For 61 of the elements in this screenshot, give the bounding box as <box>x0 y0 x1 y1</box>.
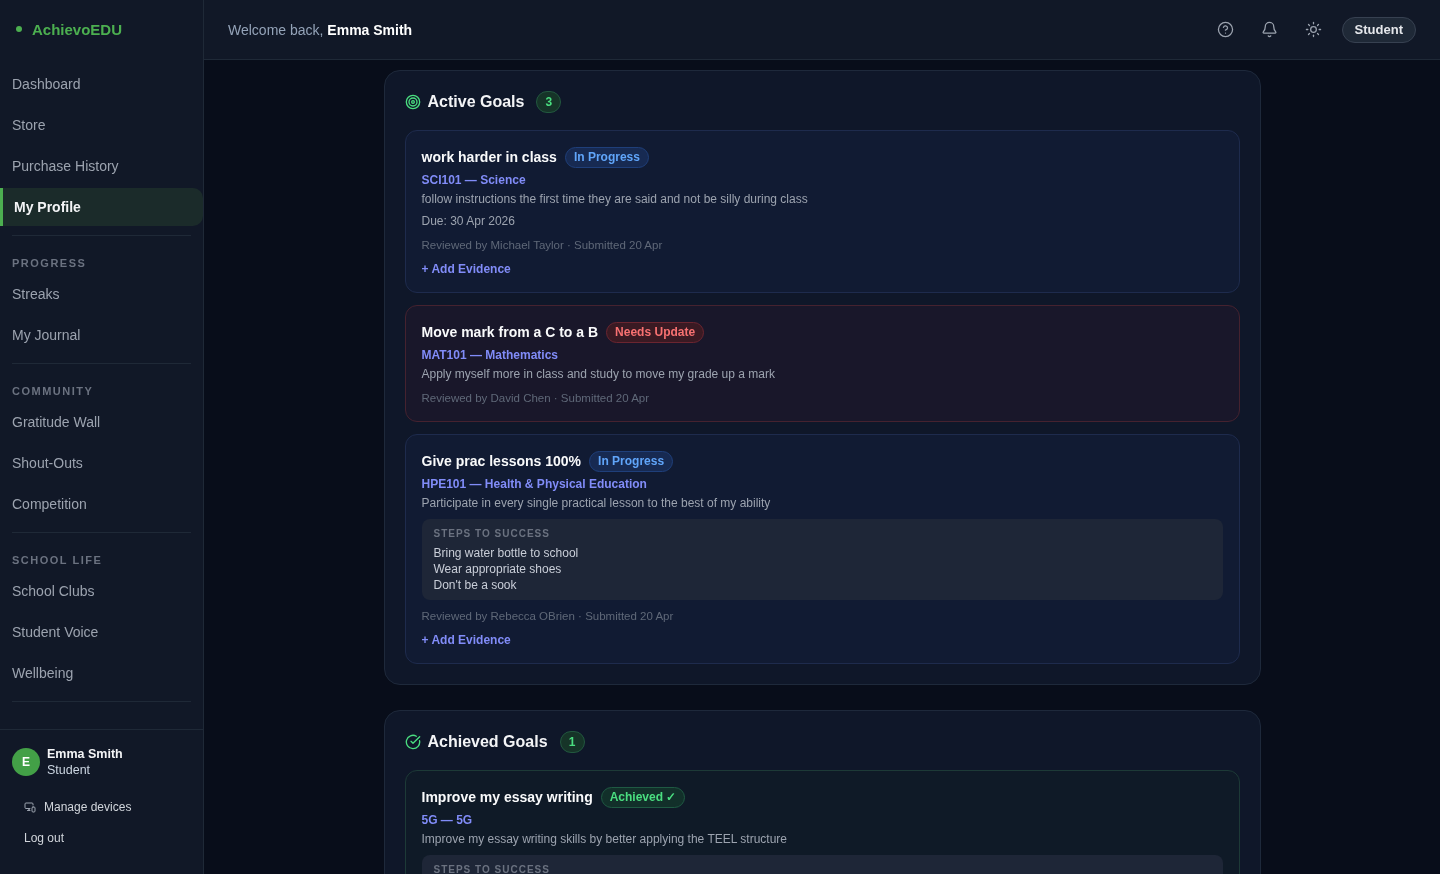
steps-heading: STEPS TO SUCCESS <box>433 863 550 874</box>
nav-item[interactable]: Student Voice <box>0 613 203 651</box>
greeting-text: Welcome back, Emma Smith <box>228 21 413 38</box>
user-avatar: E <box>12 748 40 776</box>
review-info: Reviewed by Michael Taylor · Submitted 20 Apr <box>421 238 663 253</box>
add-evidence-link[interactable]: + Add Evidence <box>421 632 511 648</box>
subject-link[interactable]: 5G — 5G <box>421 812 473 828</box>
step-item: Don't be a sook <box>433 577 517 593</box>
step-item: Wear appropriate shoes <box>433 561 562 577</box>
sidebar-link[interactable]: Log out <box>12 826 65 850</box>
goal-title: work harder in class <box>421 149 557 165</box>
nav-item[interactable]: Dashboard <box>0 65 203 103</box>
goal-title: Move mark from a C to a B <box>421 324 599 340</box>
status-badge: Achieved ✓ <box>600 786 686 808</box>
nav-item[interactable]: Purchase History <box>0 147 203 185</box>
user-role: Student <box>47 762 92 778</box>
nav-item[interactable]: Shout-Outs <box>0 444 203 482</box>
goal-description: Apply myself more in class and study to move my grade up a mark <box>421 366 775 382</box>
subject-link[interactable]: HPE101 — Health & Physical Education <box>421 476 647 492</box>
section-heading: SCHOOL LIFE <box>11 553 104 567</box>
nav-item[interactable]: My Journal <box>0 316 203 354</box>
panel-title: Active Goals <box>427 93 525 111</box>
nav-item[interactable]: Store <box>0 106 203 144</box>
sidebar-link[interactable]: Manage devices <box>12 795 132 819</box>
goal-title: Improve my essay writing <box>421 789 593 805</box>
nav-item[interactable]: Competition <box>0 485 203 523</box>
nav-item[interactable]: Gratitude Wall <box>0 403 203 441</box>
user-name: Emma Smith <box>47 746 123 762</box>
review-info: Reviewed by Rebecca OBrien · Submitted 20 Apr <box>421 609 674 624</box>
nav-item[interactable]: Streaks <box>0 275 203 313</box>
goal-description: follow instructions the first time they are said and not be silly during class <box>421 191 808 207</box>
add-evidence-link[interactable]: + Add Evidence <box>421 261 511 277</box>
subject-link[interactable]: MAT101 — Mathematics <box>421 347 558 363</box>
subject-link[interactable]: SCI101 — Science <box>421 172 526 188</box>
devices-icon <box>24 801 36 813</box>
sun-icon[interactable] <box>1305 21 1323 38</box>
nav-item[interactable]: Wellbeing <box>0 654 203 692</box>
panel-title: Achieved Goals <box>427 733 548 751</box>
count-badge: 1 <box>559 731 585 753</box>
help-icon[interactable] <box>1217 21 1235 38</box>
goal-description: Participate in every single practical lesson to the best of my ability <box>421 495 771 511</box>
goal-title: Give prac lessons 100% <box>421 453 582 469</box>
count-badge: 3 <box>536 91 562 113</box>
status-badge: In Progress <box>564 146 649 168</box>
role-button[interactable]: Student <box>1341 16 1416 43</box>
step-item: Bring water bottle to school <box>433 545 579 561</box>
nav-item[interactable]: My Profile <box>0 188 203 226</box>
review-info: Reviewed by David Chen · Submitted 20 Apr <box>421 391 650 406</box>
steps-heading: STEPS TO SUCCESS <box>433 527 550 541</box>
logo-dot-icon <box>16 26 22 32</box>
status-badge: In Progress <box>589 450 674 472</box>
bell-icon[interactable] <box>1261 21 1279 38</box>
section-heading: COMMUNITY <box>11 384 95 398</box>
check-circle-icon <box>404 734 421 750</box>
app-logo: AchievoEDU <box>32 20 123 38</box>
status-badge: Needs Update <box>606 321 705 343</box>
section-heading: PROGRESS <box>11 256 88 270</box>
goal-description: Improve my essay writing skills by better applying the TEEL structure <box>421 831 787 847</box>
due-date: Due: 30 Apr 2026 <box>421 213 515 229</box>
nav-item[interactable]: School Clubs <box>0 572 203 610</box>
target-icon <box>404 94 421 110</box>
